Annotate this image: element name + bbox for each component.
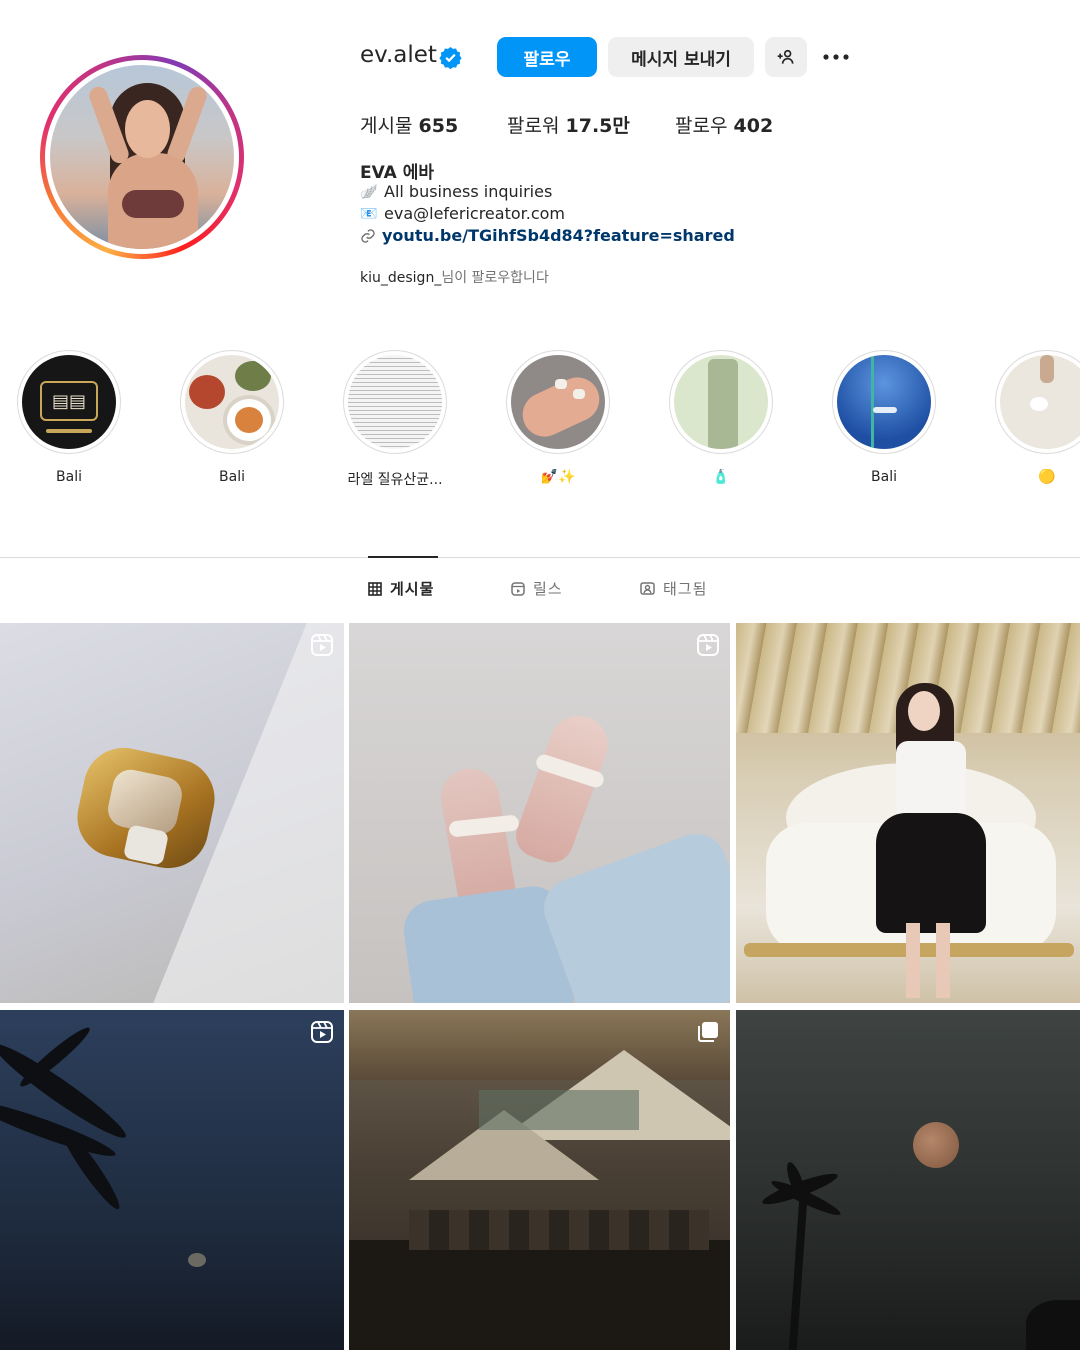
follow-button[interactable]: 팔로우 (497, 37, 597, 77)
post-thumbnail[interactable] (0, 1010, 344, 1350)
verified-badge-icon (439, 46, 462, 69)
post-thumbnail[interactable] (349, 623, 730, 1003)
post-thumbnail[interactable] (736, 1010, 1080, 1350)
reels-icon (311, 1021, 333, 1043)
highlight-item[interactable]: 💅✨ (506, 350, 610, 485)
tab-posts[interactable]: 게시물 (368, 578, 434, 599)
highlight-item[interactable]: Bali (180, 350, 284, 485)
stat-posts: 게시물 655 (360, 115, 459, 137)
more-horizontal-icon (823, 54, 849, 60)
active-tab-indicator (368, 556, 438, 558)
palm-tree-image (788, 1199, 808, 1350)
post-thumbnail[interactable] (0, 623, 344, 1003)
highlight-item[interactable]: 🟡 (995, 350, 1080, 485)
post-thumbnail[interactable] (349, 1010, 730, 1350)
carousel-icon (698, 1022, 718, 1042)
suggested-users-button[interactable] (765, 37, 807, 77)
highlight-item[interactable]: ▤▤ Bali (17, 350, 121, 485)
bali-sign-icon: ▤▤ (40, 381, 98, 421)
reels-icon (697, 634, 719, 656)
link-icon (361, 228, 375, 243)
profile-username: ev.alet (360, 42, 437, 68)
profile-full-name: EVA 에바 (360, 163, 434, 183)
send-message-button[interactable]: 메시지 보내기 (608, 37, 754, 77)
reels-icon (311, 634, 333, 656)
highlight-item[interactable]: 🧴 (669, 350, 773, 485)
highlight-item[interactable]: Bali (832, 350, 936, 485)
moon-image (913, 1122, 959, 1168)
stat-followers[interactable]: 팔로워 17.5만 (507, 111, 630, 138)
email-icon: 📧 (360, 205, 378, 222)
tabs-divider (0, 557, 1080, 558)
tagged-icon (640, 582, 655, 595)
followed-by-text[interactable]: kiu_design_님이 팔로우합니다 (360, 267, 549, 287)
reels-icon (511, 581, 525, 596)
profile-avatar[interactable] (40, 55, 244, 259)
add-user-icon (777, 49, 794, 64)
stat-following[interactable]: 팔로우 402 (675, 111, 773, 138)
bio-line: 📧 eva@lefericreator.com (360, 204, 566, 223)
wing-icon: 🪽 (360, 183, 378, 200)
bio-line: 🪽 All business inquiries (360, 182, 553, 201)
grid-icon (368, 581, 382, 596)
post-thumbnail[interactable] (736, 623, 1080, 1003)
tab-reels[interactable]: 릴스 (511, 578, 563, 599)
bio-link[interactable]: youtu.be/TGihfSb4d84?feature=shared (360, 226, 735, 245)
more-options-button[interactable] (818, 37, 854, 77)
tab-tagged[interactable]: 태그됨 (640, 578, 707, 599)
highlight-item[interactable]: 라엘 질유산균... (343, 350, 447, 489)
